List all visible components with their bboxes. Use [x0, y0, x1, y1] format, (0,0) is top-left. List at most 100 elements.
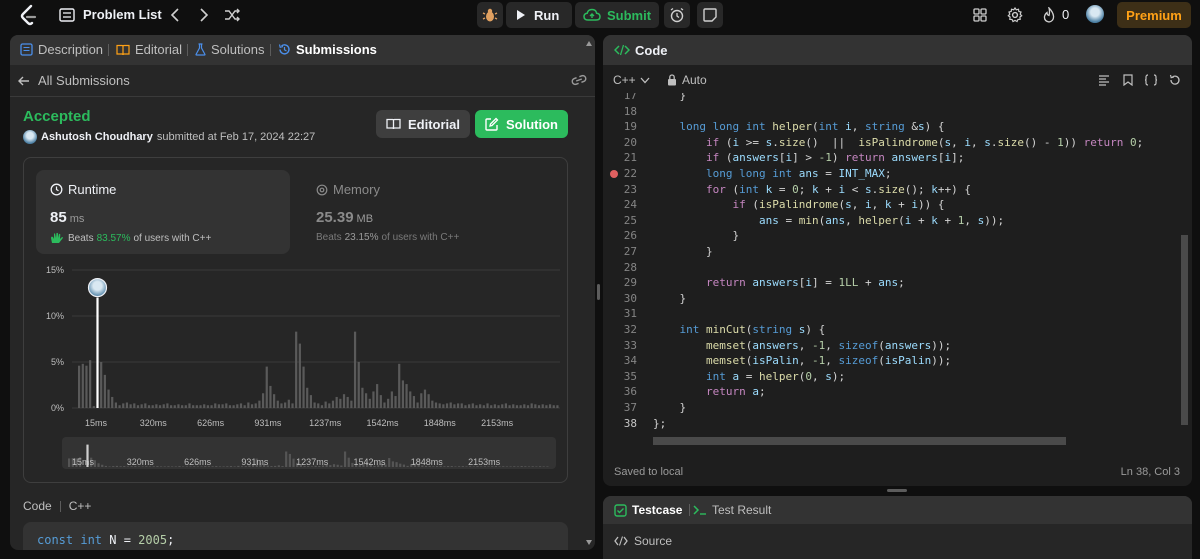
cursor-position[interactable]: Ln 38, Col 3	[1121, 466, 1180, 478]
chart-bar[interactable]	[133, 403, 136, 408]
editor-vertical-scrollbar[interactable]	[1181, 235, 1188, 425]
chart-bar[interactable]	[166, 403, 169, 408]
chart-bar[interactable]	[210, 405, 213, 408]
chart-bar[interactable]	[225, 403, 228, 408]
chart-bar[interactable]	[181, 405, 184, 408]
chart-bar[interactable]	[449, 402, 452, 408]
chart-bar[interactable]	[552, 405, 555, 408]
chart-bar[interactable]	[144, 403, 147, 408]
chart-bar[interactable]	[309, 395, 313, 408]
code-line[interactable]: 22 long long int ans = INT_MAX;	[603, 167, 1183, 183]
chart-bar-highlight[interactable]	[96, 297, 99, 408]
chart-bar[interactable]	[78, 365, 81, 408]
chart-bar[interactable]	[158, 405, 162, 408]
chart-bar[interactable]	[464, 405, 467, 408]
chart-bar[interactable]	[479, 404, 482, 408]
chart-bar[interactable]	[269, 385, 272, 408]
bookmark-icon[interactable]	[1120, 72, 1136, 88]
braces-icon[interactable]	[1143, 72, 1159, 88]
code-line[interactable]: 26 }	[603, 229, 1183, 245]
chart-bar[interactable]	[530, 403, 533, 408]
chart-bar[interactable]	[541, 404, 544, 408]
tab-description[interactable]: Description	[20, 42, 103, 57]
chart-bar[interactable]	[482, 405, 485, 408]
chart-bar[interactable]	[280, 403, 283, 408]
editorial-button[interactable]: Editorial	[376, 110, 470, 138]
code-line[interactable]: 28	[603, 261, 1183, 277]
chart-bar[interactable]	[250, 404, 254, 408]
tab-test-result[interactable]: Test Result	[693, 503, 771, 517]
chart-bar[interactable]	[313, 402, 316, 408]
chart-bar[interactable]	[203, 404, 206, 408]
chart-bar[interactable]	[376, 384, 379, 408]
chart-bar[interactable]	[346, 396, 349, 408]
chart-bar[interactable]	[276, 400, 279, 408]
chart-bar[interactable]	[217, 404, 221, 408]
code-line[interactable]: 27 }	[603, 245, 1183, 261]
code-line[interactable]: 18	[603, 105, 1183, 121]
chart-bar[interactable]	[537, 405, 541, 408]
chevron-right-icon[interactable]	[194, 5, 214, 25]
runtime-card[interactable]: Runtime 85 ms Beats 83.57% of users with …	[36, 170, 290, 254]
chart-bar[interactable]	[273, 394, 276, 408]
chart-bar[interactable]	[387, 398, 390, 408]
language-select[interactable]: C++	[613, 73, 650, 87]
chart-bar[interactable]	[416, 402, 419, 408]
memory-card[interactable]: Memory 25.39 MB Beats 23.15% of users wit…	[302, 170, 556, 254]
layout-grid-icon[interactable]	[970, 5, 990, 25]
chart-bar[interactable]	[434, 402, 438, 408]
chart-bar[interactable]	[243, 405, 246, 408]
chart-bar[interactable]	[331, 400, 335, 408]
chart-bar[interactable]	[284, 402, 287, 408]
code-line[interactable]: 23 for (int k = 0; k + i < s.size(); k++…	[603, 183, 1183, 199]
chart-bar[interactable]	[169, 405, 173, 408]
code-line[interactable]: 25 ans = min(ans, helper(i + k + 1, s));	[603, 214, 1183, 230]
chart-bar[interactable]	[526, 405, 530, 408]
tab-submissions[interactable]: Submissions	[278, 42, 377, 57]
code-line[interactable]: 34 memset(isPalin, -1, sizeof(isPalin));	[603, 354, 1183, 370]
chart-bar[interactable]	[515, 405, 519, 408]
avatar[interactable]	[1086, 5, 1104, 23]
chart-bar[interactable]	[383, 402, 386, 408]
chart-bar[interactable]	[423, 389, 427, 408]
chart-bar[interactable]	[390, 391, 393, 408]
chart-bar[interactable]	[173, 405, 176, 408]
chart-bar[interactable]	[228, 405, 232, 408]
chart-bar[interactable]	[195, 405, 198, 408]
chart-bar[interactable]	[409, 391, 412, 408]
chart-bar[interactable]	[103, 374, 106, 408]
code-line[interactable]: 37 }	[603, 401, 1183, 417]
editor-horizontal-scrollbar[interactable]	[653, 437, 1066, 445]
chart-bar[interactable]	[177, 404, 180, 408]
your-submission-avatar-marker[interactable]	[87, 278, 108, 298]
chart-bar[interactable]	[431, 400, 434, 408]
submitted-code-preview[interactable]: const int N = 2005;	[23, 522, 568, 550]
reset-icon[interactable]	[1167, 72, 1183, 88]
chart-bar[interactable]	[155, 404, 158, 408]
chart-bar[interactable]	[372, 391, 375, 408]
chart-bar[interactable]	[92, 406, 95, 408]
chart-bar[interactable]	[107, 389, 110, 408]
run-button[interactable]: Run	[506, 2, 572, 28]
chart-bar[interactable]	[398, 363, 401, 408]
leetcode-logo-icon[interactable]	[18, 4, 40, 26]
shuffle-icon[interactable]	[222, 5, 242, 25]
chart-bar[interactable]	[236, 404, 239, 408]
code-line[interactable]: 30 }	[603, 292, 1183, 308]
gear-icon[interactable]	[1005, 5, 1025, 25]
chart-bar[interactable]	[379, 395, 382, 408]
chart-bar[interactable]	[519, 405, 522, 408]
chart-bar[interactable]	[475, 405, 478, 408]
chart-bar[interactable]	[295, 331, 298, 408]
chart-bar[interactable]	[497, 405, 500, 408]
chart-bar[interactable]	[350, 400, 353, 408]
runtime-distribution-chart[interactable]: 15% 10% 5% 0% 15ms 320ms 626ms 931ms 1237ms 1542m…	[23, 263, 568, 463]
chart-bar[interactable]	[342, 394, 346, 408]
chart-bar[interactable]	[214, 403, 217, 408]
code-line[interactable]: 20 if (i >= s.size() || isPalindrome(s, …	[603, 136, 1183, 152]
chart-bar[interactable]	[427, 394, 430, 408]
chart-bar[interactable]	[302, 366, 305, 408]
chart-bar[interactable]	[545, 405, 548, 408]
chart-bar[interactable]	[508, 405, 511, 408]
author-name[interactable]: Ashutosh Choudhary	[41, 131, 153, 143]
